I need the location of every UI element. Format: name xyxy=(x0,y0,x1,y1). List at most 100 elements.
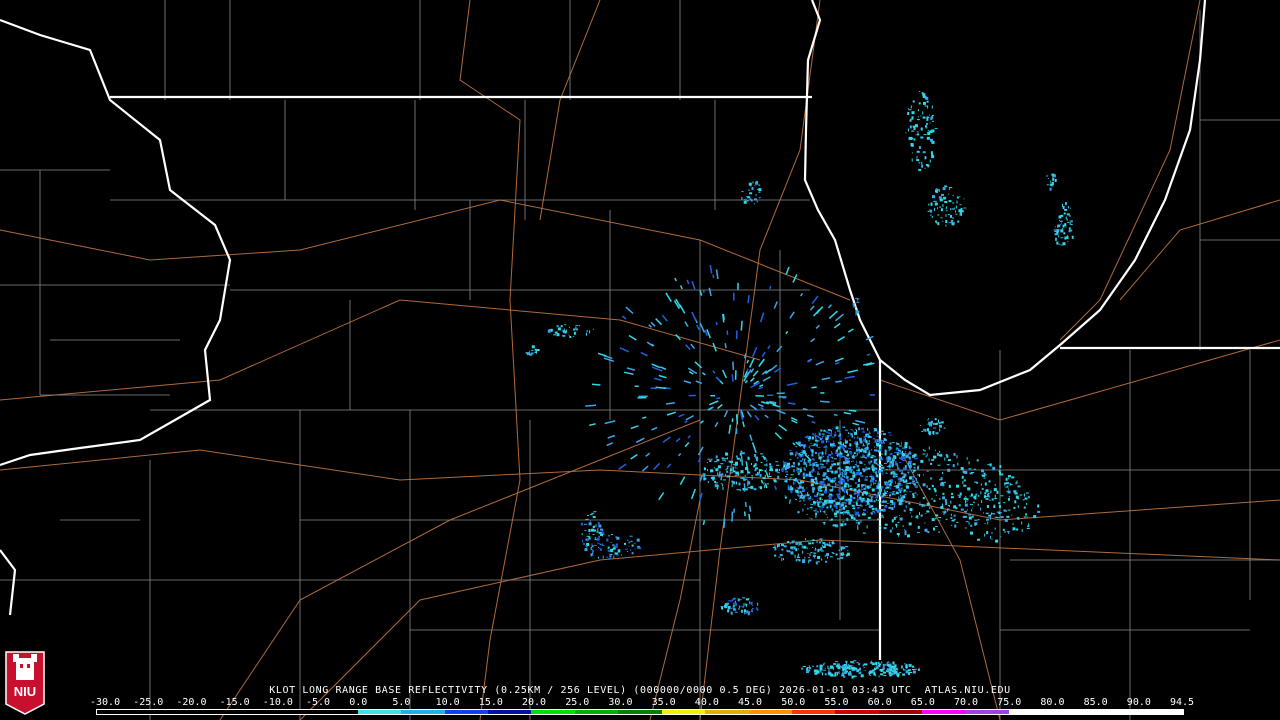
echo-pixel xyxy=(836,484,839,487)
echo-pixel xyxy=(855,514,857,517)
echo-pixel xyxy=(983,512,985,514)
echo-pixel xyxy=(920,127,923,131)
echo-pixel xyxy=(823,663,825,666)
echo-pixel xyxy=(970,493,973,497)
echo-pixel xyxy=(777,475,780,479)
echo-pixel xyxy=(731,480,734,483)
echo-pixel xyxy=(899,490,902,494)
echo-pixel xyxy=(905,451,907,453)
echo-pixel xyxy=(897,521,900,523)
echo-pixel xyxy=(846,498,848,502)
echo-pixel xyxy=(725,474,727,477)
echo-pixel xyxy=(947,459,951,462)
echo-pixel xyxy=(1000,516,1004,519)
echo-streak xyxy=(684,321,689,328)
echo-pixel xyxy=(931,497,933,500)
echo-pixel xyxy=(856,301,860,303)
echo-pixel xyxy=(878,529,882,531)
echo-pixel xyxy=(819,667,823,671)
echo-pixel xyxy=(955,210,956,213)
echo-pixel xyxy=(527,352,530,356)
echo-pixel xyxy=(560,325,563,328)
echo-pixel xyxy=(746,200,749,202)
echo-pixel xyxy=(744,609,746,613)
echo-pixel xyxy=(967,487,971,491)
echo-pixel xyxy=(849,488,853,490)
echo-pixel xyxy=(1008,475,1011,478)
echo-pixel xyxy=(814,443,816,445)
echo-pixel xyxy=(939,424,942,428)
echo-pixel xyxy=(573,331,576,335)
echo-pixel xyxy=(631,544,634,547)
echo-pixel xyxy=(891,507,894,510)
echo-pixel xyxy=(856,662,859,664)
echo-pixel xyxy=(873,471,875,473)
echo-pixel xyxy=(850,470,852,474)
echo-pixel xyxy=(868,435,870,438)
echo-pixel xyxy=(999,472,1002,476)
echo-pixel xyxy=(834,516,838,518)
niu-logo-text: NIU xyxy=(14,684,36,699)
echo-pixel xyxy=(827,668,829,669)
echo-streak xyxy=(833,322,841,329)
echo-pixel xyxy=(584,530,587,532)
echo-pixel xyxy=(720,606,724,607)
echo-pixel xyxy=(899,517,903,521)
echo-pixel xyxy=(884,505,888,508)
echo-streak xyxy=(653,462,661,471)
echo-pixel xyxy=(1013,506,1016,509)
echo-pixel xyxy=(854,492,857,494)
echo-pixel xyxy=(793,466,795,468)
echo-pixel xyxy=(829,493,833,496)
echo-pixel xyxy=(823,472,827,476)
echo-pixel xyxy=(964,503,968,507)
echo-pixel xyxy=(973,501,975,503)
echo-pixel xyxy=(916,131,919,133)
echo-pixel xyxy=(857,504,861,506)
echo-pixel xyxy=(908,460,911,464)
echo-pixel xyxy=(811,469,814,473)
echo-pixel xyxy=(952,217,954,219)
scale-tick-labels: -30.0 -25.0 -20.0 -15.0 -10.0 -5.0 0.0 5.0 10.0 1… xyxy=(90,697,1200,709)
echo-pixel xyxy=(963,479,966,482)
echo-pixel xyxy=(827,435,830,437)
echo-pixel xyxy=(1068,206,1069,209)
echo-streak xyxy=(699,474,704,482)
echo-pixel xyxy=(810,443,812,444)
echo-pixel xyxy=(608,557,612,559)
radar-map-view: KLOT LONG RANGE BASE REFLECTIVITY (0.25K… xyxy=(0,0,1280,720)
echo-pixel xyxy=(796,486,798,488)
echo-pixel xyxy=(614,551,616,555)
echo-streak xyxy=(691,311,698,322)
echo-pixel xyxy=(825,448,827,452)
echo-pixel xyxy=(624,548,628,550)
echo-pixel xyxy=(742,597,746,599)
echo-pixel xyxy=(991,538,993,540)
echo-pixel xyxy=(931,518,935,522)
echo-pixel xyxy=(1056,230,1059,233)
echo-pixel xyxy=(815,515,817,518)
echo-pixel xyxy=(616,545,618,548)
echo-pixel xyxy=(998,502,1001,505)
echo-pixel xyxy=(568,334,570,336)
echo-pixel xyxy=(857,493,860,497)
echo-streak xyxy=(618,463,627,471)
echo-pixel xyxy=(817,497,819,499)
echo-pixel xyxy=(588,522,592,526)
echo-pixel xyxy=(1027,496,1030,499)
echo-pixel xyxy=(830,434,832,437)
echo-pixel xyxy=(994,516,998,518)
echo-pixel xyxy=(883,437,886,440)
echo-pixel xyxy=(927,419,929,421)
echo-pixel xyxy=(878,470,882,474)
echo-pixel xyxy=(741,611,744,613)
echo-pixel xyxy=(881,504,885,506)
echo-pixel xyxy=(924,105,928,107)
echo-pixel xyxy=(889,442,892,445)
echo-pixel xyxy=(894,664,897,668)
echo-pixel xyxy=(870,456,874,459)
echo-pixel xyxy=(747,484,749,487)
echo-pixel xyxy=(932,422,935,425)
echo-pixel xyxy=(1008,498,1010,501)
echo-pixel xyxy=(835,426,839,430)
